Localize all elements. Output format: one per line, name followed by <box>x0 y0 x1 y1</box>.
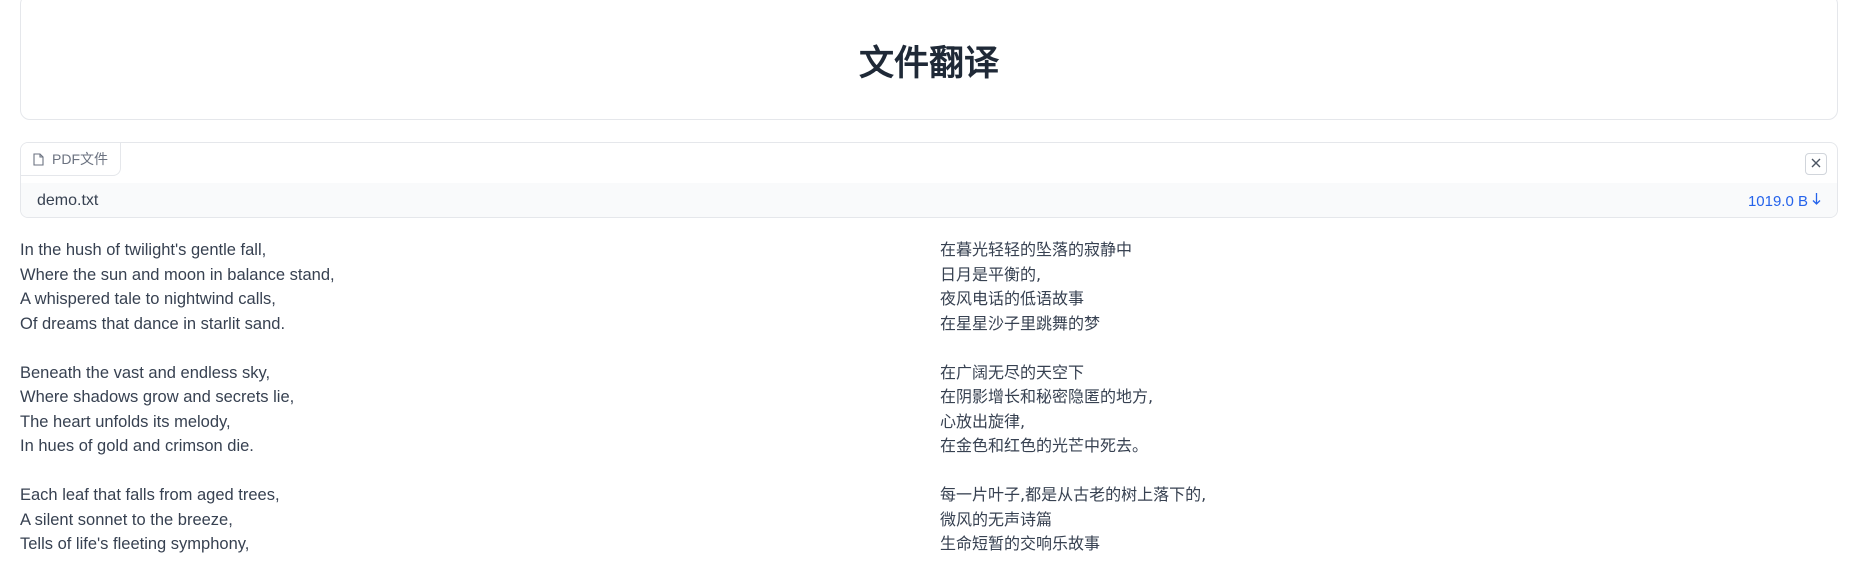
stanza: In the hush of twilight's gentle fall, Wh… <box>20 238 900 336</box>
file-tab-label: PDF文件 <box>52 151 108 167</box>
original-line: In the hush of twilight's gentle fall, <box>20 241 267 259</box>
stanza: Beneath the vast and endless sky, Where s… <box>20 361 900 459</box>
original-line: Where the sun and moon in balance stand, <box>20 265 335 284</box>
original-text: In the hush of twilight's gentle fall, Wh… <box>20 238 900 581</box>
translation-line: 心放出旋律, <box>940 411 1026 431</box>
file-tab: PDF文件 <box>21 143 121 176</box>
stanza: Each leaf that falls from aged trees, A s… <box>20 483 900 557</box>
original-line: Beneath the vast and endless sky, <box>20 363 271 382</box>
original-line: Of dreams that dance in starlit sand. <box>20 314 286 333</box>
file-upload-panel: PDF文件 demo.txt 1019.0 B <box>20 142 1838 218</box>
translation-line: 在阴影增长和秘密隐匿的地方, <box>940 387 1154 406</box>
file-size: 1019.0 B <box>1747 192 1808 210</box>
original-line: Each leaf that falls from aged trees, <box>20 486 280 504</box>
arrow-down-icon <box>1812 192 1821 210</box>
translation-line: 在星星沙子里跳舞的梦 <box>940 313 1101 333</box>
title-card: 文件翻译 <box>20 0 1838 120</box>
translation-line: 每一片叶子,都是从古老的树上落下的, <box>940 485 1207 504</box>
translation-line: 在金色和红色的光芒中死去。 <box>940 436 1149 455</box>
translation-line: 生命短暂的交响乐故事 <box>940 534 1101 553</box>
translation-line: 在广阔无尽的天空下 <box>940 362 1085 382</box>
original-line: Tells of life's fleeting symphony, <box>20 535 250 553</box>
translation-line: 微风的无声诗篇 <box>940 509 1053 529</box>
original-line: A whispered tale to nightwind calls, <box>20 290 276 308</box>
stanza: 在广阔无尽的天空下在阴影增长和秘密隐匿的地方, 心放出旋律, 在金色和红色的光芒中死… <box>940 361 1820 459</box>
file-name: demo.txt <box>37 192 99 209</box>
stanza: 在暮光轻轻的坠落的寂静中 日月是平衡的, 夜风电话的低语故事 在星星沙子里跳舞的梦 <box>940 238 1820 336</box>
translation-line: 在暮光轻轻的坠落的寂静中 <box>940 240 1133 259</box>
close-icon <box>1811 155 1821 173</box>
translation-line: 夜风电话的低语故事 <box>940 289 1085 308</box>
original-line: In hues of gold and crimson die. <box>20 437 254 455</box>
original-line: Where shadows grow and secrets lie, <box>20 388 295 406</box>
file-download-link[interactable]: 1019.0 B <box>1748 192 1821 210</box>
translation-line: 日月是平衡的, <box>940 264 1042 284</box>
translated-text: 在暮光轻轻的坠落的寂静中 日月是平衡的, 夜风电话的低语故事 在星星沙子里跳舞的梦 在广… <box>940 238 1820 581</box>
file-icon <box>33 152 44 166</box>
uploaded-file-row: demo.txt 1019.0 B <box>21 183 1837 217</box>
stanza: 每一片叶子,都是从古老的树上落下的, 微风的无声诗篇生命短暂的交响乐故事 <box>940 483 1820 557</box>
page-title: 文件翻译 <box>858 43 999 84</box>
clear-file-button[interactable] <box>1805 153 1827 175</box>
original-line: A silent sonnet to the breeze, <box>20 510 233 529</box>
original-line: The heart unfolds its melody, <box>20 412 231 431</box>
